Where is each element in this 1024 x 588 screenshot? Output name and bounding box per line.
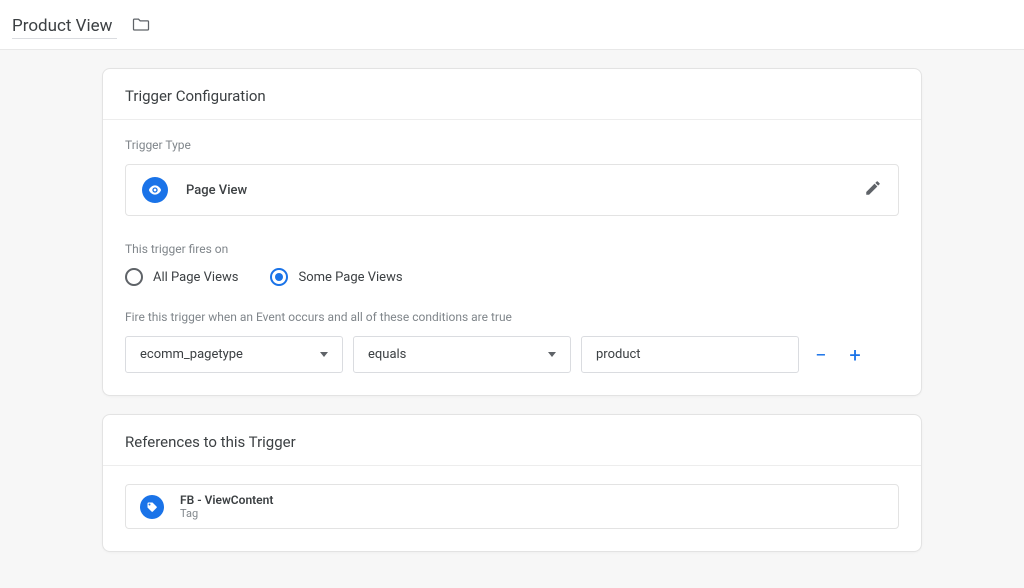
trigger-name-input[interactable] <box>12 14 117 39</box>
remove-condition-button[interactable]: − <box>809 343 833 367</box>
tag-icon <box>140 495 164 519</box>
add-condition-button[interactable]: + <box>843 343 867 367</box>
select-value: ecomm_pagetype <box>140 347 243 362</box>
conditions-label: Fire this trigger when an Event occurs a… <box>125 310 899 324</box>
fires-on-label: This trigger fires on <box>125 242 899 256</box>
condition-value-input[interactable] <box>581 336 799 373</box>
folder-icon[interactable] <box>131 15 151 39</box>
card-title: References to this Trigger <box>103 415 921 466</box>
trigger-type-label: Trigger Type <box>125 138 899 152</box>
radio-label: All Page Views <box>153 270 238 285</box>
card-title: Trigger Configuration <box>103 69 921 120</box>
condition-operator-select[interactable]: equals <box>353 336 571 373</box>
content-area: Trigger Configuration Trigger Type Page … <box>0 50 1024 588</box>
reference-row[interactable]: FB - ViewContent Tag <box>125 484 899 529</box>
radio-label: Some Page Views <box>298 270 402 285</box>
select-value: equals <box>368 347 406 362</box>
reference-type: Tag <box>180 507 273 520</box>
chevron-down-icon <box>320 352 328 357</box>
fires-on-radio-group: All Page Views Some Page Views <box>125 268 899 286</box>
pencil-icon[interactable] <box>864 179 882 201</box>
radio-some-page-views[interactable]: Some Page Views <box>270 268 402 286</box>
radio-all-page-views[interactable]: All Page Views <box>125 268 238 286</box>
trigger-config-card: Trigger Configuration Trigger Type Page … <box>102 68 922 396</box>
chevron-down-icon <box>548 352 556 357</box>
references-card: References to this Trigger FB - ViewCont… <box>102 414 922 552</box>
trigger-type-name: Page View <box>186 183 846 198</box>
condition-variable-select[interactable]: ecomm_pagetype <box>125 336 343 373</box>
eye-icon <box>142 177 168 203</box>
trigger-type-row[interactable]: Page View <box>125 164 899 216</box>
reference-name: FB - ViewContent <box>180 493 273 507</box>
condition-row: ecomm_pagetype equals − + <box>125 336 899 373</box>
page-header <box>0 0 1024 50</box>
